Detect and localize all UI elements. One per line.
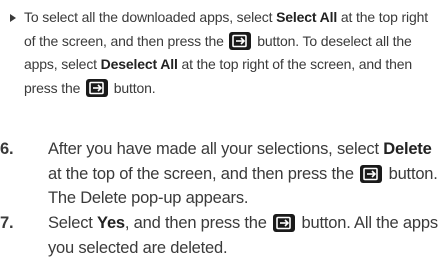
step7-text-1: Select xyxy=(48,214,98,232)
deselect-all-label: Deselect All xyxy=(100,56,178,72)
step-7: 7. Select Yes, and then press the button… xyxy=(0,211,443,260)
delete-label: Delete xyxy=(383,140,432,158)
bullet-text-5: button. xyxy=(109,79,156,96)
triangle-bullet-icon xyxy=(10,14,16,22)
step6-text-1: After you have made all your selections,… xyxy=(48,140,384,158)
step-text: After you have made all your selections,… xyxy=(48,137,443,211)
step-number: 7. xyxy=(0,214,14,232)
bullet-text-1: To select all the downloaded apps, selec… xyxy=(24,9,277,25)
select-all-label: Select All xyxy=(276,9,338,25)
step7-text-2: , and then press the xyxy=(124,214,272,232)
step-6: 6. After you have made all your selectio… xyxy=(0,137,443,211)
step6-text-2: at the top of the screen, and then press… xyxy=(48,164,359,183)
step-number: 6. xyxy=(0,140,14,158)
enter-button-icon xyxy=(85,78,108,97)
yes-label: Yes xyxy=(97,214,125,232)
bullet-select-all-instruction: To select all the downloaded apps, selec… xyxy=(10,6,438,100)
bullet-paragraph: To select all the downloaded apps, selec… xyxy=(10,6,438,100)
step-text: Select Yes, and then press the button. A… xyxy=(48,211,443,260)
manual-page: To select all the downloaded apps, selec… xyxy=(0,0,443,276)
enter-button-icon xyxy=(360,164,383,183)
enter-button-icon xyxy=(273,214,296,232)
enter-button-icon xyxy=(229,31,252,50)
